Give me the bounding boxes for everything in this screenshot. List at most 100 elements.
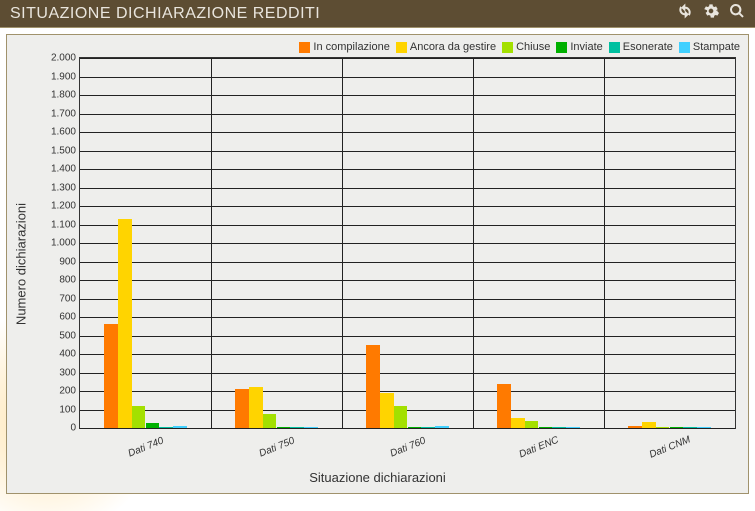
chart-bar[interactable] xyxy=(146,423,160,428)
y-tick-label: 200 xyxy=(59,386,80,397)
y-tick-label: 900 xyxy=(59,256,80,267)
gridline-horizontal xyxy=(80,77,735,78)
panel-title: SITUAZIONE DICHIARAZIONE REDDITI xyxy=(10,5,677,23)
chart-bar[interactable] xyxy=(539,427,553,428)
legend-item[interactable]: Inviate xyxy=(556,41,602,53)
gridline-horizontal xyxy=(80,280,735,281)
gridline-horizontal xyxy=(80,262,735,263)
legend-label: Chiuse xyxy=(516,41,550,53)
x-axis-label: Situazione dichiarazioni xyxy=(309,470,446,485)
y-tick-label: 0 xyxy=(70,423,80,434)
chart-bar[interactable] xyxy=(249,387,263,428)
gridline-horizontal xyxy=(80,225,735,226)
chart-bar[interactable] xyxy=(642,422,656,428)
chart-bar[interactable] xyxy=(683,427,697,428)
chart-bar[interactable] xyxy=(628,426,642,428)
panel-header: SITUAZIONE DICHIARAZIONE REDDITI xyxy=(0,0,755,28)
y-tick-label: 1.100 xyxy=(51,219,80,230)
y-tick-label: 1.400 xyxy=(51,164,80,175)
chart-bar[interactable] xyxy=(263,414,277,428)
chart-bar[interactable] xyxy=(132,406,146,428)
chart-bar[interactable] xyxy=(670,427,684,428)
chart-bar[interactable] xyxy=(656,427,670,428)
chart-bar[interactable] xyxy=(290,427,304,428)
legend-swatch xyxy=(502,42,513,53)
y-tick-label: 1.500 xyxy=(51,145,80,156)
y-tick-label: 800 xyxy=(59,275,80,286)
legend-item[interactable]: Stampate xyxy=(679,41,740,53)
gridline-horizontal xyxy=(80,132,735,133)
y-tick-label: 2.000 xyxy=(51,53,80,64)
chart-bar[interactable] xyxy=(525,421,539,428)
y-tick-label: 400 xyxy=(59,349,80,360)
x-tick-label: Dati 740 xyxy=(126,435,165,459)
chart-bar[interactable] xyxy=(421,427,435,428)
x-tick-label: Dati CNM xyxy=(647,434,691,460)
gridline-horizontal xyxy=(80,151,735,152)
y-axis-label: Numero dichiarazioni xyxy=(14,203,29,325)
legend-label: Stampate xyxy=(693,41,740,53)
legend-swatch xyxy=(556,42,567,53)
gridline-horizontal xyxy=(80,206,735,207)
legend-swatch xyxy=(679,42,690,53)
legend-label: Inviate xyxy=(570,41,602,53)
gridline-vertical xyxy=(211,58,212,428)
y-tick-label: 1.300 xyxy=(51,182,80,193)
chart-bar[interactable] xyxy=(552,427,566,428)
chart-bar[interactable] xyxy=(277,427,291,428)
gear-icon[interactable] xyxy=(703,3,719,24)
gridline-horizontal xyxy=(80,428,735,429)
gridline-vertical xyxy=(473,58,474,428)
y-tick-label: 1.200 xyxy=(51,201,80,212)
chart-plot-area: 01002003004005006007008009001.0001.1001.… xyxy=(79,57,736,429)
gridline-horizontal xyxy=(80,95,735,96)
legend-label: In compilazione xyxy=(313,41,389,53)
y-tick-label: 1.600 xyxy=(51,127,80,138)
chart-bar[interactable] xyxy=(497,384,511,428)
gridline-horizontal xyxy=(80,336,735,337)
legend-swatch xyxy=(396,42,407,53)
chart-bar[interactable] xyxy=(235,389,249,428)
chart-bar[interactable] xyxy=(394,406,408,428)
gridline-horizontal xyxy=(80,299,735,300)
header-toolbar xyxy=(677,3,745,24)
y-tick-label: 1.800 xyxy=(51,90,80,101)
y-tick-label: 1.700 xyxy=(51,108,80,119)
chart-bar[interactable] xyxy=(104,324,118,428)
legend-label: Ancora da gestire xyxy=(410,41,496,53)
gridline-horizontal xyxy=(80,410,735,411)
chart-bar[interactable] xyxy=(435,426,449,428)
y-tick-label: 300 xyxy=(59,367,80,378)
gridline-horizontal xyxy=(80,317,735,318)
legend-item[interactable]: In compilazione xyxy=(299,41,389,53)
legend-item[interactable]: Ancora da gestire xyxy=(396,41,496,53)
x-tick-label: Dati ENC xyxy=(517,435,560,461)
y-tick-label: 500 xyxy=(59,330,80,341)
gridline-horizontal xyxy=(80,354,735,355)
chart-bar[interactable] xyxy=(511,418,525,428)
search-icon[interactable] xyxy=(729,3,745,24)
chart-bar[interactable] xyxy=(697,427,711,428)
legend-swatch xyxy=(299,42,310,53)
chart-bar[interactable] xyxy=(566,427,580,428)
chart-bar[interactable] xyxy=(380,393,394,428)
legend-item[interactable]: Chiuse xyxy=(502,41,550,53)
gridline-vertical xyxy=(342,58,343,428)
refresh-icon[interactable] xyxy=(677,3,693,24)
chart-bar[interactable] xyxy=(366,345,380,428)
chart-bar[interactable] xyxy=(304,427,318,428)
chart-legend: In compilazione Ancora da gestire Chiuse In… xyxy=(299,41,740,53)
chart-bar[interactable] xyxy=(408,427,422,428)
chart-container: In compilazione Ancora da gestire Chiuse In… xyxy=(6,34,749,494)
gridline-horizontal xyxy=(80,391,735,392)
legend-item[interactable]: Esonerate xyxy=(609,41,673,53)
chart-bar[interactable] xyxy=(118,219,132,428)
gridline-vertical xyxy=(604,58,605,428)
chart-bar[interactable] xyxy=(159,427,173,428)
legend-label: Esonerate xyxy=(623,41,673,53)
y-tick-label: 100 xyxy=(59,404,80,415)
gridline-horizontal xyxy=(80,169,735,170)
gridline-horizontal xyxy=(80,243,735,244)
panel: SITUAZIONE DICHIARAZIONE REDDITI In comp… xyxy=(0,0,755,494)
chart-bar[interactable] xyxy=(173,426,187,428)
